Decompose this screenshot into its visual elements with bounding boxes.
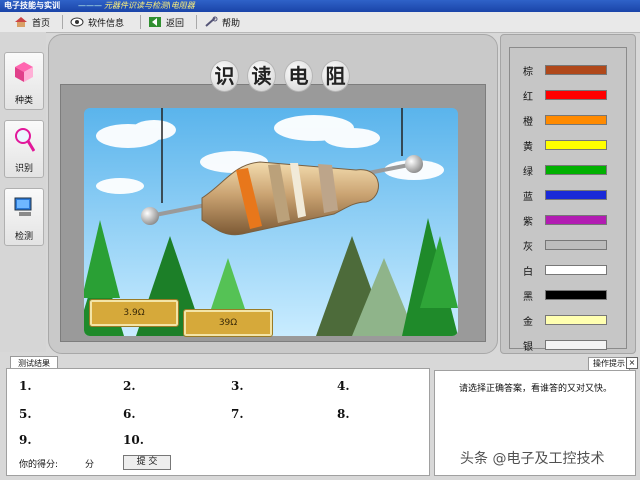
- question-number: 10.: [123, 433, 144, 447]
- color-code-row: 银: [513, 338, 607, 353]
- color-swatch: [545, 165, 607, 175]
- title-char: 识: [210, 60, 239, 92]
- box-icon: [13, 59, 35, 86]
- toolbar-divider: [62, 15, 63, 29]
- title-char: 阻: [321, 60, 350, 92]
- toolbar: 首页 软件信息 返回 帮助: [0, 12, 640, 33]
- toolbar-divider: [196, 15, 197, 29]
- color-swatch: [545, 190, 607, 200]
- color-swatch: [545, 315, 607, 325]
- hint-message: 请选择正确答案，看谁答的又对又快。: [459, 384, 613, 394]
- magnifier-icon: [13, 127, 36, 156]
- score-label: 你的得分:: [19, 460, 59, 470]
- color-code-row: 橙: [513, 113, 607, 128]
- toolbar-divider: [140, 15, 141, 29]
- color-name: 红: [523, 91, 533, 103]
- sidebar-item-label: 种类: [14, 96, 33, 106]
- home-button[interactable]: 首页: [14, 14, 50, 30]
- sidebar-item-test[interactable]: 检测: [4, 188, 44, 246]
- sidebar-item-label: 检测: [14, 232, 33, 242]
- close-icon[interactable]: ×: [626, 357, 638, 369]
- back-label: 返回: [166, 18, 185, 29]
- answer-button[interactable]: 3.9Ω: [89, 299, 179, 327]
- window-subtitle: 元器件识读与检测\电阻器: [104, 1, 195, 10]
- question-number: 1.: [19, 379, 32, 393]
- question-number: 8.: [337, 407, 350, 421]
- question-number: 5.: [19, 407, 32, 421]
- eye-icon: [70, 16, 84, 28]
- color-code-panel: 棕红橙黄绿蓝紫灰白黑金银: [500, 34, 636, 354]
- home-label: 首页: [32, 18, 51, 29]
- color-swatch: [545, 240, 607, 250]
- color-swatch: [545, 340, 607, 350]
- color-code-row: 黄: [513, 138, 607, 153]
- color-name: 金: [523, 316, 533, 328]
- hint-tab[interactable]: 操作提示: [588, 357, 630, 371]
- color-swatch: [545, 90, 607, 100]
- question-number: 7.: [231, 407, 244, 421]
- help-button[interactable]: 帮助: [204, 14, 240, 30]
- computer-icon: [13, 195, 35, 222]
- color-name: 绿: [523, 166, 533, 178]
- color-name: 灰: [523, 241, 533, 253]
- answer-button[interactable]: 39Ω: [183, 309, 273, 337]
- title-char: 读: [247, 60, 276, 92]
- color-name: 紫: [523, 216, 533, 228]
- color-code-row: 棕: [513, 63, 607, 78]
- question-number: 6.: [123, 407, 136, 421]
- color-name: 橙: [523, 116, 533, 128]
- color-name: 白: [523, 266, 533, 278]
- question-number: 4.: [337, 379, 350, 393]
- sidebar-item-types[interactable]: 种类: [4, 52, 44, 110]
- color-swatch: [545, 215, 607, 225]
- software-info-label: 软件信息: [88, 18, 125, 29]
- home-icon: [14, 16, 28, 28]
- back-button[interactable]: 返回: [148, 14, 184, 30]
- score-unit: 分: [85, 460, 95, 470]
- color-code-row: 红: [513, 88, 607, 103]
- app-title: 电子技能与实训: [4, 1, 60, 10]
- color-code-row: 黑: [513, 288, 607, 303]
- help-label: 帮助: [222, 18, 241, 29]
- color-name: 黄: [523, 141, 533, 153]
- color-code-row: 金: [513, 313, 607, 328]
- color-swatch: [545, 65, 607, 75]
- software-info-button[interactable]: 软件信息: [70, 14, 124, 30]
- sidebar-item-label: 识别: [14, 164, 33, 174]
- color-name: 银: [523, 341, 533, 353]
- color-code-row: 紫: [513, 213, 607, 228]
- sidebar-item-identify[interactable]: 识别: [4, 120, 44, 178]
- title-char: 电: [284, 60, 313, 92]
- wrench-icon: [204, 16, 218, 28]
- color-swatch: [545, 290, 607, 300]
- results-panel: 1. 2. 3. 4. 5. 6. 7. 8. 9. 10. 你的得分: 分 提…: [6, 368, 430, 476]
- back-arrow-icon: [148, 16, 162, 28]
- color-name: 蓝: [523, 191, 533, 203]
- color-swatch: [545, 140, 607, 150]
- color-code-row: 蓝: [513, 188, 607, 203]
- title-bar: 电子技能与实训 ——— 元器件识读与检测\电阻器: [0, 0, 640, 12]
- question-number: 2.: [123, 379, 136, 393]
- color-code-row: 灰: [513, 238, 607, 253]
- watermark: 头条 @电子及工控技术: [460, 451, 605, 467]
- color-code-row: 绿: [513, 163, 607, 178]
- question-number: 9.: [19, 433, 32, 447]
- title-separator: ———: [78, 1, 102, 10]
- question-number: 3.: [231, 379, 244, 393]
- color-name: 黑: [523, 291, 533, 303]
- color-code-row: 白: [513, 263, 607, 278]
- page-title: 识 读 电 阻: [210, 60, 350, 92]
- submit-button[interactable]: 提 交: [123, 455, 171, 470]
- color-swatch: [545, 115, 607, 125]
- left-sidebar: 种类 识别 检测: [0, 32, 46, 352]
- color-name: 棕: [523, 66, 533, 78]
- color-swatch: [545, 265, 607, 275]
